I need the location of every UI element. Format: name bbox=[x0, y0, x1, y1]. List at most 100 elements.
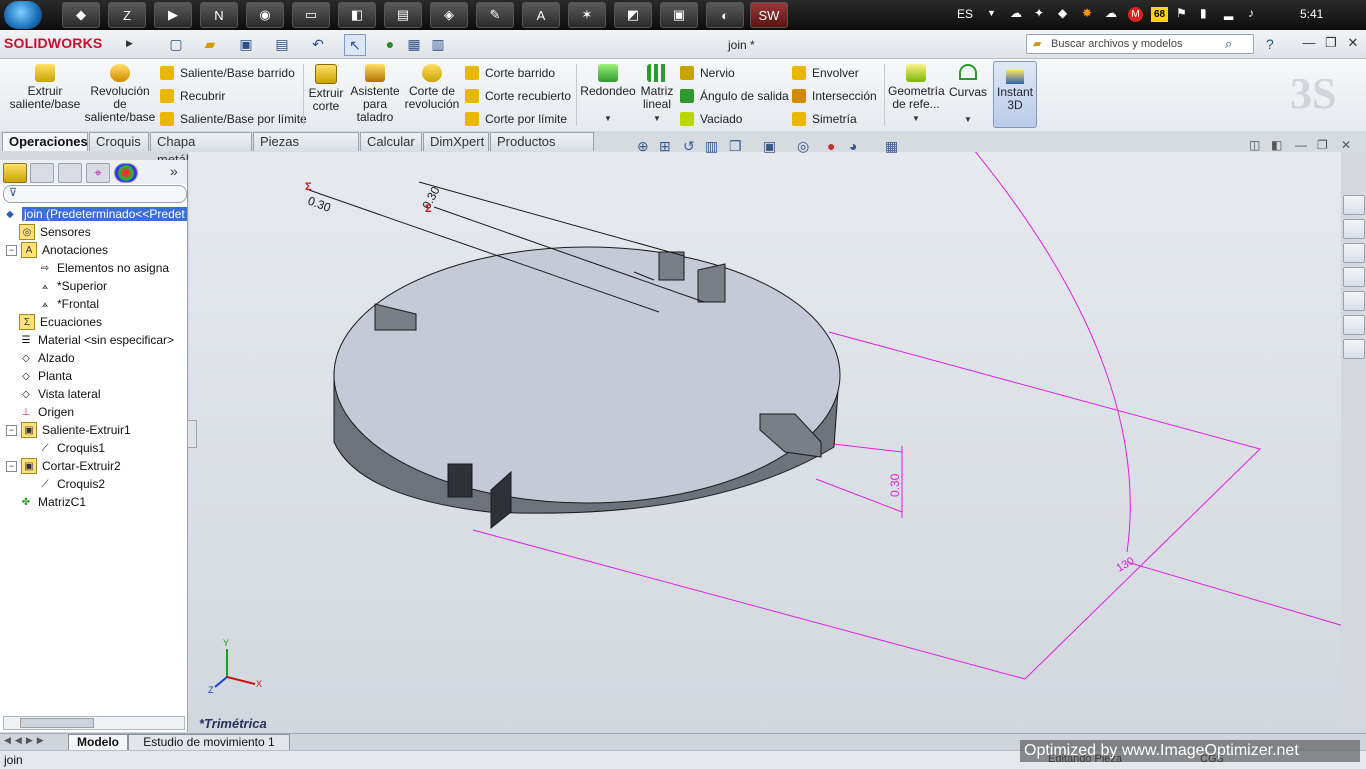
shell-button[interactable]: Vaciado bbox=[680, 109, 742, 129]
tab-croquis[interactable]: Croquis bbox=[89, 132, 149, 151]
revolve-cut-button[interactable]: Corte de revolución bbox=[404, 64, 460, 111]
tree-item[interactable]: ◇ Vista lateral bbox=[0, 385, 193, 403]
task-pane-appearances-icon[interactable] bbox=[1343, 315, 1365, 335]
task-pane-design-library-icon[interactable] bbox=[1343, 243, 1365, 263]
apply-scene-icon[interactable]: ◕ bbox=[849, 138, 857, 154]
dimxpert-tab-icon[interactable]: ⌖ bbox=[86, 163, 110, 183]
tray-cloud-icon[interactable]: ☁ bbox=[1010, 6, 1022, 20]
menu-expand-icon[interactable]: ▶ bbox=[126, 38, 133, 49]
display-style-icon[interactable]: ▣ bbox=[763, 138, 776, 155]
hide-show-items-icon[interactable]: ◎ bbox=[797, 138, 809, 155]
tree-expand-toggle[interactable]: − bbox=[6, 424, 17, 436]
tree-item[interactable]: ◇ Alzado bbox=[0, 349, 193, 367]
taskbar-app-icon[interactable]: N bbox=[200, 2, 238, 28]
tab-operaciones[interactable]: Operaciones bbox=[2, 132, 88, 151]
options-icon[interactable]: ▥ bbox=[428, 34, 448, 54]
disc-part[interactable] bbox=[333, 246, 841, 530]
minimize-button[interactable]: — bbox=[1300, 35, 1318, 51]
viewport-restore-button[interactable]: ❐ bbox=[1317, 138, 1328, 152]
tray-expand-icon[interactable]: ▼ bbox=[987, 8, 996, 18]
start-button[interactable] bbox=[4, 1, 42, 29]
taskbar-app-icon[interactable]: A bbox=[522, 2, 560, 28]
tree-item[interactable]: ⇨ Elementos no asigna bbox=[0, 259, 225, 277]
mirror-button[interactable]: Simetría bbox=[792, 109, 857, 129]
open-file-icon[interactable]: ▰ bbox=[200, 34, 220, 54]
taskbar-media-icon[interactable]: ▶ bbox=[154, 2, 192, 28]
tree-item[interactable]: − ▣ Cortar-Extruir2 bbox=[0, 457, 193, 475]
taskbar-app-icon[interactable]: ◈ bbox=[430, 2, 468, 28]
reference-geometry-button[interactable]: Geometría de refe... ▼ bbox=[888, 64, 945, 125]
tree-item[interactable]: − A Anotaciones bbox=[0, 241, 193, 259]
pattern-dropdown-icon[interactable]: ▼ bbox=[638, 112, 676, 125]
hole-wizard-button[interactable]: Asistente para taladro bbox=[350, 64, 400, 124]
select-pointer-icon[interactable]: ↖ bbox=[344, 34, 366, 56]
taskbar-app-icon[interactable]: Z bbox=[108, 2, 146, 28]
scrollbar-thumb[interactable] bbox=[20, 718, 94, 728]
extrude-boss-button[interactable]: Extruir saliente/base bbox=[8, 64, 82, 111]
property-manager-tab-icon[interactable] bbox=[30, 163, 54, 183]
tray-app-icon[interactable]: ✦ bbox=[1034, 6, 1044, 20]
tab-calcular[interactable]: Calcular bbox=[360, 132, 422, 151]
undo-icon[interactable]: ↶ bbox=[308, 34, 328, 54]
taskbar-app-icon[interactable]: ✶ bbox=[568, 2, 606, 28]
viewport-minimize-button[interactable]: — bbox=[1295, 138, 1307, 152]
linear-pattern-button[interactable]: Matriz lineal ▼ bbox=[638, 64, 676, 125]
taskbar-folder-icon[interactable]: ▭ bbox=[292, 2, 330, 28]
tray-badge[interactable]: 68 bbox=[1151, 7, 1168, 22]
expand-panel-icon[interactable]: » bbox=[170, 163, 178, 179]
rebuild-icon[interactable]: ● bbox=[380, 34, 400, 54]
edit-appearance-icon[interactable]: ● bbox=[827, 138, 835, 154]
tree-filter-input[interactable]: ⊽ bbox=[3, 185, 187, 203]
tree-item[interactable]: ⟑ *Frontal bbox=[0, 295, 225, 313]
volume-icon[interactable]: ♪ bbox=[1248, 6, 1254, 20]
tray-flag-icon[interactable]: ⚑ bbox=[1176, 6, 1187, 20]
revolve-boss-button[interactable]: Revolución de saliente/base bbox=[84, 64, 156, 124]
extrude-cut-button[interactable]: Extruir corte bbox=[306, 64, 346, 113]
feature-tree-tab-icon[interactable] bbox=[3, 163, 27, 183]
tray-cloud-icon[interactable]: ☁ bbox=[1105, 6, 1117, 20]
new-file-icon[interactable]: ▢ bbox=[166, 34, 186, 54]
boundary-boss-button[interactable]: Saliente/Base por límite bbox=[160, 109, 307, 129]
fillet-button[interactable]: Redondeo ▼ bbox=[580, 64, 636, 125]
lofted-cut-button[interactable]: Corte recubierto bbox=[465, 86, 571, 106]
viewport-close-button[interactable]: ✕ bbox=[1341, 138, 1351, 152]
tree-item[interactable]: − ▣ Saliente-Extruir1 bbox=[0, 421, 193, 439]
viewport-split-icon[interactable]: ◧ bbox=[1271, 138, 1282, 152]
help-icon[interactable]: ? bbox=[1266, 36, 1274, 52]
intersect-button[interactable]: Intersección bbox=[792, 86, 877, 106]
task-pane-home-icon[interactable] bbox=[1343, 219, 1365, 239]
task-pane-resources-icon[interactable] bbox=[1343, 195, 1365, 215]
task-pane-file-explorer-icon[interactable] bbox=[1343, 267, 1365, 287]
swept-boss-button[interactable]: Saliente/Base barrido bbox=[160, 63, 295, 83]
taskbar-app-icon[interactable]: ◐ bbox=[706, 2, 744, 28]
print-icon[interactable]: ▤ bbox=[272, 34, 292, 54]
fillet-dropdown-icon[interactable]: ▼ bbox=[580, 112, 636, 125]
rib-button[interactable]: Nervio bbox=[680, 63, 735, 83]
view-settings-icon[interactable]: ▦ bbox=[885, 138, 898, 155]
loft-button[interactable]: Recubrir bbox=[160, 86, 225, 106]
instant3d-button[interactable]: Instant 3D bbox=[993, 61, 1037, 128]
restore-button[interactable]: ❐ bbox=[1322, 35, 1340, 51]
tree-item[interactable]: ✤ MatrizC1 bbox=[0, 493, 193, 511]
taskbar-chrome-icon[interactable]: ◉ bbox=[246, 2, 284, 28]
model-canvas[interactable]: 0.30 0.30 0.30 130 Σ Σ Y X Z bbox=[189, 152, 1341, 734]
network-icon[interactable]: ▂ bbox=[1224, 6, 1233, 20]
tree-expand-toggle[interactable]: − bbox=[6, 244, 17, 256]
tab-piezas-soldadas[interactable]: Piezas soldadas bbox=[253, 132, 359, 167]
tab-modelo[interactable]: Modelo bbox=[68, 734, 128, 751]
panel-collapse-handle[interactable] bbox=[187, 420, 197, 448]
save-icon[interactable]: ▣ bbox=[236, 34, 256, 54]
boundary-cut-button[interactable]: Corte por límite bbox=[465, 109, 567, 129]
taskbar-app-icon[interactable]: ◆ bbox=[62, 2, 100, 28]
curves-button[interactable]: Curvas ▼ bbox=[948, 64, 988, 126]
file-properties-icon[interactable]: ▦ bbox=[404, 34, 424, 54]
task-pane-view-palette-icon[interactable] bbox=[1343, 291, 1365, 311]
view-orientation-icon[interactable]: ❒ bbox=[729, 138, 742, 155]
curves-dropdown-icon[interactable]: ▼ bbox=[948, 113, 988, 126]
search-icon[interactable]: ⌕ bbox=[1225, 36, 1232, 52]
previous-view-icon[interactable]: ↺ bbox=[683, 138, 695, 155]
zoom-to-fit-icon[interactable]: ⊕ bbox=[637, 138, 649, 155]
tray-dropbox-icon[interactable]: ◆ bbox=[1058, 6, 1067, 20]
tree-expand-toggle[interactable]: − bbox=[6, 460, 17, 472]
tree-item[interactable]: ⊥ Origen bbox=[0, 403, 193, 421]
